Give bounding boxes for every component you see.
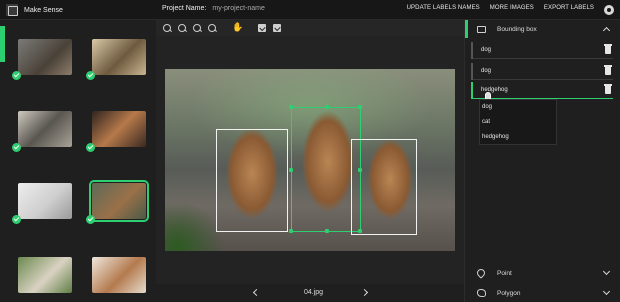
thumbnail-item[interactable] — [86, 101, 152, 163]
thumbnail-image[interactable] — [89, 180, 149, 222]
thumbnail-image[interactable] — [18, 183, 72, 219]
make-sense-logo-icon — [6, 4, 18, 16]
label-select[interactable]: dog — [481, 68, 491, 74]
zoom-out-icon[interactable] — [177, 23, 188, 34]
thumbnail-image[interactable] — [92, 257, 146, 293]
thumbnail-item[interactable] — [12, 101, 78, 163]
checked-icon — [12, 143, 21, 152]
trash-icon[interactable] — [604, 84, 612, 94]
section-title: Point — [497, 269, 512, 277]
editor-toolbar — [156, 20, 464, 36]
github-icon[interactable] — [604, 5, 614, 15]
project-name-label: Project Name: — [162, 5, 207, 12]
resize-handle[interactable] — [325, 229, 329, 233]
resize-handle[interactable] — [358, 105, 362, 109]
app-root: Make Sense Project Name: my-project-name… — [0, 0, 620, 302]
bounding-box-section-header[interactable]: Bounding box — [465, 21, 620, 37]
current-filename: 04.jpg — [304, 289, 324, 296]
thumbnail-item[interactable] — [86, 29, 152, 91]
bounding-box[interactable] — [216, 129, 288, 232]
image-navigation: 04.jpg — [156, 284, 464, 302]
top-bar: Make Sense Project Name: my-project-name… — [0, 0, 620, 20]
label-row-active[interactable]: hedgehog — [471, 82, 613, 99]
chevron-up-icon[interactable] — [602, 26, 611, 35]
checked-icon — [12, 215, 21, 224]
chevron-down-icon[interactable] — [602, 267, 611, 276]
checked-icon — [86, 143, 95, 152]
export-labels-button[interactable]: EXPORT LABELS — [544, 5, 594, 11]
section-title: Bounding box — [497, 25, 537, 33]
polygon-icon — [477, 289, 486, 297]
thumbnail-item[interactable] — [86, 247, 152, 302]
box-tool-icon[interactable] — [257, 23, 268, 34]
point-icon — [475, 267, 487, 279]
dropdown-option[interactable]: hedgehog — [480, 130, 556, 145]
bounding-box-icon — [477, 25, 486, 33]
hand-icon[interactable] — [232, 22, 243, 34]
label-select[interactable]: dog — [481, 47, 491, 53]
zoom-fit-icon[interactable] — [192, 23, 203, 34]
section-title: Polygon — [497, 289, 521, 297]
image-thumbnails-panel — [8, 21, 154, 302]
zoom-max-icon[interactable] — [207, 23, 218, 34]
zoom-in-icon[interactable] — [162, 23, 173, 34]
thumbnail-image[interactable] — [92, 111, 146, 147]
resize-handle[interactable] — [325, 105, 329, 109]
project-info: Project Name: my-project-name — [162, 5, 265, 12]
more-images-button[interactable]: MORE IMAGES — [490, 5, 534, 11]
editor-canvas[interactable] — [156, 36, 464, 284]
thumbnail-image[interactable] — [18, 257, 72, 293]
crosshair-icon[interactable] — [272, 23, 283, 34]
thumbnail-item[interactable] — [12, 173, 78, 235]
next-image-icon[interactable] — [362, 288, 370, 296]
images-tab[interactable] — [0, 26, 5, 62]
thumbnail-image[interactable] — [18, 39, 72, 75]
dropdown-option[interactable]: dog — [480, 100, 556, 115]
thumbnail-item-selected[interactable] — [86, 173, 152, 235]
thumbnail-image[interactable] — [18, 111, 72, 147]
polygon-section-header[interactable]: Polygon — [465, 285, 620, 301]
bounding-box[interactable] — [351, 139, 417, 235]
resize-handle[interactable] — [289, 229, 293, 233]
thumbnail-item[interactable] — [12, 29, 78, 91]
label-dropdown[interactable]: dog cat hedgehog — [479, 99, 557, 145]
dropdown-option[interactable]: cat — [480, 115, 556, 130]
brand[interactable]: Make Sense — [6, 4, 63, 16]
label-row-marker — [471, 82, 473, 99]
resize-handle[interactable] — [289, 168, 293, 172]
label-row[interactable]: dog — [471, 63, 613, 80]
chevron-down-icon[interactable] — [602, 287, 611, 296]
point-section-header[interactable]: Point — [465, 265, 620, 281]
annotated-image[interactable] — [165, 69, 455, 251]
labels-sidebar: Bounding box dog dog hedgehog dog cat he… — [464, 20, 620, 302]
label-row-marker — [471, 42, 473, 59]
top-actions: UPDATE LABELS NAMES MORE IMAGES EXPORT L… — [407, 5, 594, 11]
label-row[interactable]: dog — [471, 42, 613, 59]
previous-image-icon[interactable] — [252, 288, 260, 296]
update-labels-button[interactable]: UPDATE LABELS NAMES — [407, 5, 480, 11]
thumbnail-image[interactable] — [92, 39, 146, 75]
resize-handle[interactable] — [289, 105, 293, 109]
checked-icon — [86, 71, 95, 80]
project-name-input[interactable]: my-project-name — [212, 5, 265, 12]
trash-icon[interactable] — [604, 44, 612, 54]
checked-icon — [86, 215, 95, 224]
label-row-marker — [471, 63, 473, 80]
checked-icon — [12, 71, 21, 80]
trash-icon[interactable] — [604, 65, 612, 75]
brand-name: Make Sense — [24, 6, 63, 14]
thumbnail-item[interactable] — [12, 247, 78, 302]
